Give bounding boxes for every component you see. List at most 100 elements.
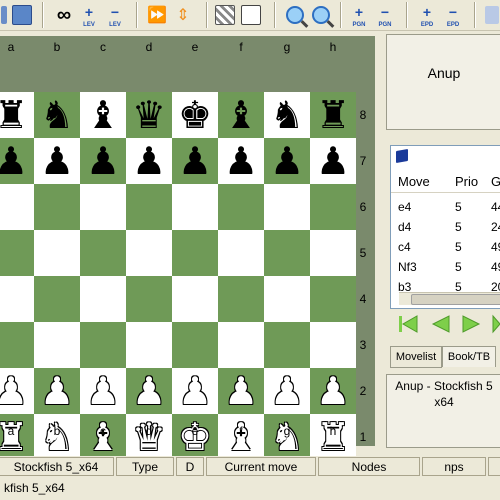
- play-engine-button[interactable]: ⏩: [146, 3, 168, 27]
- white-pawn-icon[interactable]: ♟: [264, 368, 310, 414]
- movelist-row[interactable]: d4 5 24: [391, 218, 500, 238]
- white-pawn-icon[interactable]: ♟: [218, 368, 264, 414]
- square-d6[interactable]: [126, 184, 172, 230]
- square-g6[interactable]: [264, 184, 310, 230]
- square-h2[interactable]: ♟: [310, 368, 356, 414]
- black-bishop-icon[interactable]: ♝: [80, 92, 126, 138]
- infinite-analysis-button[interactable]: ∞: [52, 3, 76, 27]
- square-d8[interactable]: ♛: [126, 92, 172, 138]
- epd-minus-button[interactable]: − EPD: [442, 3, 464, 28]
- square-h3[interactable]: [310, 322, 356, 368]
- square-f2[interactable]: ♟: [218, 368, 264, 414]
- square-c2[interactable]: ♟: [80, 368, 126, 414]
- setup-position-button[interactable]: [214, 3, 236, 27]
- square-e8[interactable]: ♚: [172, 92, 218, 138]
- black-pawn-icon[interactable]: ♟: [218, 138, 264, 184]
- square-g8[interactable]: ♞: [264, 92, 310, 138]
- square-c6[interactable]: [80, 184, 126, 230]
- column-prio[interactable]: Prio: [455, 174, 478, 189]
- last-move-button[interactable]: [490, 312, 500, 336]
- square-e5[interactable]: [172, 230, 218, 276]
- square-b6[interactable]: [34, 184, 80, 230]
- black-knight-icon[interactable]: ♞: [34, 92, 80, 138]
- square-a2[interactable]: ♟: [0, 368, 34, 414]
- square-e4[interactable]: [172, 276, 218, 322]
- black-pawn-icon[interactable]: ♟: [264, 138, 310, 184]
- tab-book-tb[interactable]: Book/TB: [442, 346, 496, 367]
- black-bishop-icon[interactable]: ♝: [218, 92, 264, 138]
- square-c7[interactable]: ♟: [80, 138, 126, 184]
- movelist-row[interactable]: c4 5 49: [391, 238, 500, 258]
- black-knight-icon[interactable]: ♞: [264, 92, 310, 138]
- square-b4[interactable]: [34, 276, 80, 322]
- square-c5[interactable]: [80, 230, 126, 276]
- column-move[interactable]: Move: [398, 174, 430, 189]
- epd-plus-button[interactable]: + EPD: [416, 3, 438, 28]
- square-b7[interactable]: ♟: [34, 138, 80, 184]
- movelist-row[interactable]: e4 5 44: [391, 198, 500, 218]
- square-a6[interactable]: [0, 184, 34, 230]
- column-g[interactable]: G: [491, 174, 500, 189]
- square-b8[interactable]: ♞: [34, 92, 80, 138]
- square-d2[interactable]: ♟: [126, 368, 172, 414]
- square-d7[interactable]: ♟: [126, 138, 172, 184]
- square-a8[interactable]: ♜: [0, 92, 34, 138]
- black-rook-icon[interactable]: ♜: [0, 92, 34, 138]
- zoom-in-button[interactable]: [284, 3, 306, 27]
- square-h7[interactable]: ♟: [310, 138, 356, 184]
- toolbar-button-partial[interactable]: [0, 3, 8, 27]
- tab-movelist[interactable]: Movelist: [390, 346, 442, 368]
- square-b3[interactable]: [34, 322, 80, 368]
- zoom-out-button[interactable]: [310, 3, 332, 27]
- edit-text-button[interactable]: [240, 3, 262, 27]
- square-g7[interactable]: ♟: [264, 138, 310, 184]
- flip-button[interactable]: ⇕: [172, 3, 194, 27]
- square-g3[interactable]: [264, 322, 310, 368]
- black-pawn-icon[interactable]: ♟: [80, 138, 126, 184]
- square-e3[interactable]: [172, 322, 218, 368]
- black-pawn-icon[interactable]: ♟: [126, 138, 172, 184]
- square-a5[interactable]: [0, 230, 34, 276]
- movelist-row[interactable]: Nf3 5 49: [391, 258, 500, 278]
- white-pawn-icon[interactable]: ♟: [34, 368, 80, 414]
- square-a3[interactable]: [0, 322, 34, 368]
- square-a7[interactable]: ♟: [0, 138, 34, 184]
- square-e7[interactable]: ♟: [172, 138, 218, 184]
- black-pawn-icon[interactable]: ♟: [172, 138, 218, 184]
- white-pawn-icon[interactable]: ♟: [126, 368, 172, 414]
- square-f8[interactable]: ♝: [218, 92, 264, 138]
- previous-move-button[interactable]: [428, 312, 452, 336]
- square-d3[interactable]: [126, 322, 172, 368]
- pgn-minus-button[interactable]: − PGN: [374, 3, 396, 28]
- black-king-icon[interactable]: ♚: [172, 92, 218, 138]
- square-b2[interactable]: ♟: [34, 368, 80, 414]
- white-pawn-icon[interactable]: ♟: [172, 368, 218, 414]
- level-minus-button[interactable]: − LEV: [104, 3, 126, 28]
- square-h6[interactable]: [310, 184, 356, 230]
- square-c8[interactable]: ♝: [80, 92, 126, 138]
- black-rook-icon[interactable]: ♜: [310, 92, 356, 138]
- square-h5[interactable]: [310, 230, 356, 276]
- square-f6[interactable]: [218, 184, 264, 230]
- level-plus-button[interactable]: + LEV: [78, 3, 100, 28]
- square-g5[interactable]: [264, 230, 310, 276]
- square-g2[interactable]: ♟: [264, 368, 310, 414]
- square-h8[interactable]: ♜: [310, 92, 356, 138]
- square-c3[interactable]: [80, 322, 126, 368]
- square-f4[interactable]: [218, 276, 264, 322]
- square-e2[interactable]: ♟: [172, 368, 218, 414]
- square-f3[interactable]: [218, 322, 264, 368]
- square-e6[interactable]: [172, 184, 218, 230]
- black-pawn-icon[interactable]: ♟: [310, 138, 356, 184]
- white-pawn-icon[interactable]: ♟: [80, 368, 126, 414]
- black-pawn-icon[interactable]: ♟: [34, 138, 80, 184]
- movelist-scrollbar[interactable]: [399, 292, 500, 305]
- pgn-plus-button[interactable]: + PGN: [348, 3, 370, 28]
- first-move-button[interactable]: [396, 312, 420, 336]
- square-h4[interactable]: [310, 276, 356, 322]
- square-f7[interactable]: ♟: [218, 138, 264, 184]
- square-g4[interactable]: [264, 276, 310, 322]
- square-c4[interactable]: [80, 276, 126, 322]
- square-b5[interactable]: [34, 230, 80, 276]
- next-move-button[interactable]: [460, 312, 484, 336]
